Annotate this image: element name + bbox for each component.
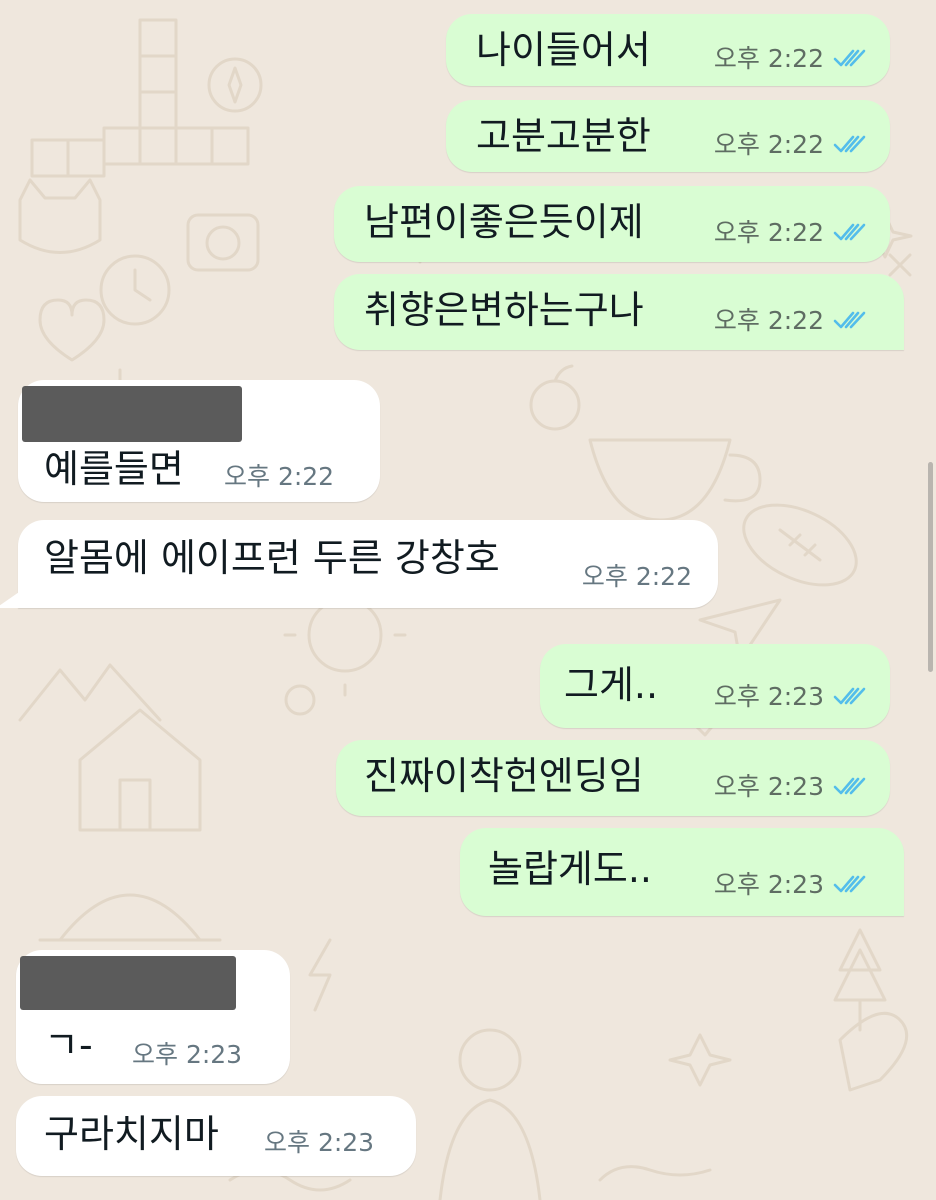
message-time: 오후 2:23: [264, 1128, 375, 1157]
message-bubble-outgoing[interactable]: 진짜이착헌엔딩임 오후 2:23: [336, 740, 890, 816]
read-ticks-icon: [833, 777, 866, 795]
message-bubble-outgoing[interactable]: 그게.. 오후 2:23: [540, 644, 890, 728]
message-bubble-outgoing[interactable]: 남편이좋은듯이제 오후 2:22: [334, 186, 890, 262]
message-bubble-incoming[interactable]: 구라치지마 오후 2:23: [16, 1096, 416, 1176]
read-ticks-icon: [833, 49, 866, 67]
redacted-sender-name: [22, 386, 242, 442]
message-text: 고분고분한: [476, 114, 651, 158]
message-meta: 오후 2:22: [714, 220, 868, 245]
message-time: 오후 2:22: [713, 218, 824, 247]
bubble-tail: [0, 590, 22, 608]
message-time: 오후 2:22: [713, 130, 824, 159]
read-ticks-icon: [833, 223, 866, 241]
message-time: 오후 2:22: [581, 562, 692, 591]
message-meta: 오후 2:23: [714, 774, 868, 799]
message-text: 남편이좋은듯이제: [364, 200, 644, 244]
read-ticks-icon: [833, 135, 866, 153]
message-list: 나이들어서 오후 2:22 고분고분한 오후 2:22 남편이좋은듯이제 오후 …: [0, 0, 936, 1200]
message-bubble-incoming[interactable]: 알몸에 에이프런 두른 강창호 오후 2:22: [18, 520, 718, 608]
message-bubble-incoming[interactable]: 예를들면 오후 2:22: [18, 380, 380, 502]
message-bubble-incoming[interactable]: ㄱ- 오후 2:23: [16, 950, 290, 1084]
message-text: 예를들면: [44, 447, 184, 491]
chat-screen: { "theme": { "outgoing_bubble": "#D9FDD3…: [0, 0, 936, 1200]
read-ticks-icon: [833, 311, 866, 329]
message-text: 나이들어서: [476, 28, 651, 72]
message-meta: 오후 2:23: [714, 872, 868, 897]
message-text: 구라치지마: [44, 1112, 219, 1156]
message-time: 오후 2:22: [224, 462, 335, 491]
message-text: 진짜이착헌엔딩임: [364, 754, 644, 798]
message-text: 그게..: [564, 663, 659, 707]
message-meta: 오후 2:22: [714, 308, 868, 333]
message-text: ㄱ-: [44, 1023, 93, 1067]
message-time: 오후 2:22: [713, 306, 824, 335]
message-bubble-outgoing[interactable]: 취향은변하는구나 오후 2:22: [334, 274, 904, 350]
message-meta: 오후 2:23: [714, 684, 868, 709]
redacted-sender-name: [20, 956, 236, 1010]
read-ticks-icon: [833, 687, 866, 705]
message-bubble-outgoing[interactable]: 고분고분한 오후 2:22: [446, 100, 890, 172]
message-bubble-outgoing[interactable]: 나이들어서 오후 2:22: [446, 14, 890, 86]
message-time: 오후 2:23: [713, 772, 824, 801]
message-text: 알몸에 에이프런 두른 강창호: [44, 536, 500, 580]
message-meta: 오후 2:22: [714, 46, 868, 71]
message-meta: 오후 2:22: [714, 132, 868, 157]
message-time: 오후 2:22: [713, 44, 824, 73]
read-ticks-icon: [833, 875, 866, 893]
message-text: 취향은변하는구나: [364, 288, 644, 332]
message-bubble-outgoing[interactable]: 놀랍게도.. 오후 2:23: [460, 828, 904, 916]
message-time: 오후 2:23: [713, 682, 824, 711]
message-text: 놀랍게도..: [488, 847, 652, 891]
message-time: 오후 2:23: [713, 870, 824, 899]
message-time: 오후 2:23: [132, 1040, 243, 1069]
